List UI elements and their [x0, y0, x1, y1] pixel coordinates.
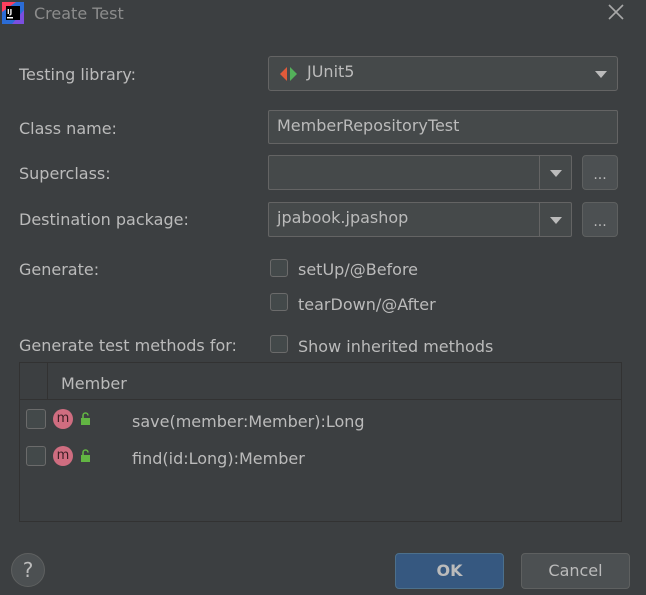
setup-checkbox[interactable] — [270, 259, 288, 277]
superclass-browse-button[interactable]: ... — [582, 155, 618, 190]
lock-open-icon — [81, 449, 90, 462]
lock-open-icon — [81, 412, 90, 425]
table-header: Member — [20, 363, 621, 400]
class-name-input[interactable]: MemberRepositoryTest — [268, 110, 618, 144]
class-name-value: MemberRepositoryTest — [277, 116, 460, 135]
ok-button[interactable]: OK — [395, 553, 504, 589]
destination-package-combo[interactable]: jpabook.jpashop — [268, 202, 572, 237]
testing-library-value: JUnit5 — [307, 62, 355, 81]
row-checkbox[interactable] — [26, 409, 46, 429]
methods-for-label: Generate test methods for: — [19, 336, 237, 355]
superclass-combo[interactable] — [268, 155, 572, 190]
chevron-down-icon — [549, 169, 562, 177]
teardown-checkbox[interactable] — [270, 293, 288, 311]
header-divider — [47, 363, 48, 400]
method-name: find(id:Long):Member — [132, 449, 305, 468]
help-button[interactable]: ? — [11, 553, 45, 587]
members-table[interactable]: Member m save(member:Member):Long m find… — [19, 362, 622, 522]
svg-text:IJ: IJ — [7, 8, 12, 16]
teardown-checkbox-label: tearDown/@After — [298, 295, 436, 314]
show-inherited-label: Show inherited methods — [298, 337, 494, 356]
superclass-label: Superclass: — [19, 164, 111, 183]
testing-library-select[interactable]: JUnit5 — [268, 56, 618, 91]
destination-package-value: jpabook.jpashop — [277, 208, 409, 227]
testing-library-label: Testing library: — [19, 65, 137, 84]
table-row[interactable]: m find(id:Long):Member — [20, 441, 621, 477]
class-name-label: Class name: — [19, 119, 117, 138]
method-name: save(member:Member):Long — [132, 412, 365, 431]
method-icon: m — [53, 446, 73, 466]
show-inherited-checkbox[interactable] — [270, 335, 288, 353]
destination-package-browse-button[interactable]: ... — [582, 202, 618, 237]
intellij-idea-icon: IJ — [2, 2, 24, 24]
method-icon: m — [53, 409, 73, 429]
row-checkbox[interactable] — [26, 446, 46, 466]
generate-label: Generate: — [19, 260, 100, 279]
chevron-down-icon — [595, 70, 607, 78]
dialog-title: Create Test — [34, 4, 124, 23]
chevron-down-icon — [549, 216, 562, 224]
destination-package-label: Destination package: — [19, 210, 189, 229]
close-icon[interactable] — [606, 2, 626, 22]
column-header-member[interactable]: Member — [61, 374, 127, 393]
setup-checkbox-label: setUp/@Before — [298, 260, 419, 279]
table-row[interactable]: m save(member:Member):Long — [20, 404, 621, 440]
cancel-button[interactable]: Cancel — [521, 553, 630, 589]
junit5-icon — [280, 67, 297, 81]
superclass-dropdown-button[interactable] — [539, 156, 571, 189]
destination-package-dropdown-button[interactable] — [539, 203, 571, 236]
